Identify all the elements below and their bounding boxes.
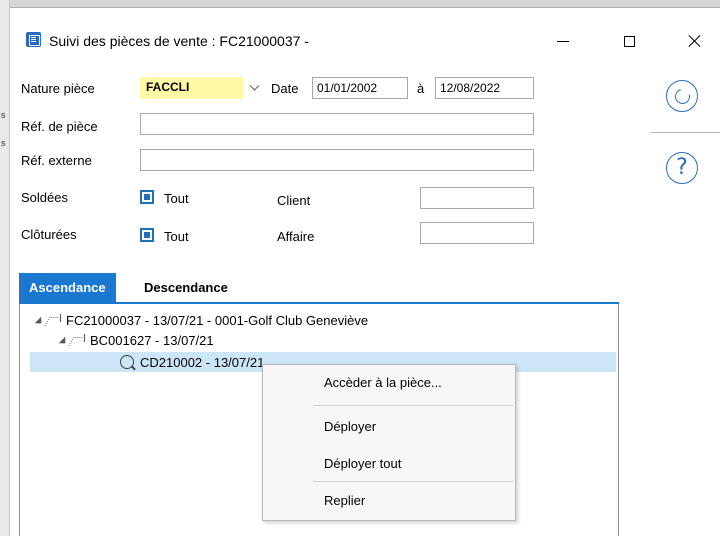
minimize-button[interactable] bbox=[540, 28, 586, 54]
expand-arrow-icon[interactable] bbox=[58, 336, 66, 344]
nature-piece-select[interactable]: FACCLI bbox=[140, 77, 265, 99]
affaire-label: Affaire bbox=[277, 229, 315, 244]
tree-node-label: CD210002 - 13/07/21 bbox=[140, 354, 265, 370]
side-divider bbox=[650, 132, 720, 133]
menu-item-acceder[interactable]: Accèder à la pièce... bbox=[263, 369, 515, 397]
tree-node[interactable]: BC001627 - 13/07/21 bbox=[58, 330, 214, 350]
background-glyph: s bbox=[1, 138, 6, 148]
refresh-icon bbox=[671, 85, 693, 107]
nature-piece-label: Nature pièce bbox=[21, 81, 95, 96]
search-icon bbox=[120, 355, 134, 369]
ref-piece-label: Réf. de pièce bbox=[21, 119, 98, 134]
date-from-field[interactable]: 01/01/2002 bbox=[312, 77, 408, 99]
background-window-top bbox=[10, 0, 720, 8]
help-button[interactable]: ? bbox=[666, 152, 698, 184]
cloturees-checkbox[interactable] bbox=[140, 228, 154, 242]
tree-node-label: BC001627 - 13/07/21 bbox=[90, 332, 214, 348]
expand-arrow-icon[interactable] bbox=[34, 316, 42, 324]
menu-item-replier[interactable]: Replier bbox=[263, 487, 515, 515]
tab-descendance[interactable]: Descendance bbox=[134, 273, 238, 302]
menu-item-deployer[interactable]: Déployer bbox=[263, 413, 515, 441]
chevron-down-icon[interactable] bbox=[243, 77, 265, 99]
background-window-edge: s s bbox=[0, 0, 10, 536]
window-title: Suivi des pièces de vente : FC21000037 - bbox=[49, 33, 309, 49]
document-link-icon bbox=[71, 334, 85, 346]
date-to-field[interactable]: 12/08/2022 bbox=[435, 77, 534, 99]
affaire-field[interactable] bbox=[420, 222, 534, 244]
maximize-icon bbox=[623, 35, 635, 47]
date-separator: à bbox=[417, 81, 425, 96]
soldees-checkbox-label[interactable]: Tout bbox=[164, 191, 189, 206]
close-icon bbox=[688, 34, 702, 48]
background-glyph: s bbox=[1, 110, 6, 120]
ref-externe-label: Réf. externe bbox=[21, 153, 92, 168]
tree-node[interactable]: FC21000037 - 13/07/21 - 0001-Golf Club G… bbox=[34, 310, 368, 330]
maximize-button[interactable] bbox=[606, 28, 652, 54]
client-field[interactable] bbox=[420, 187, 534, 209]
cloturees-label: Clôturées bbox=[21, 227, 77, 242]
tree-node-label: FC21000037 - 13/07/21 - 0001-Golf Club G… bbox=[66, 312, 369, 328]
help-icon: ? bbox=[676, 155, 688, 180]
nature-piece-value: FACCLI bbox=[140, 77, 243, 99]
menu-separator bbox=[313, 481, 513, 482]
context-menu: Accèder à la pièce... Déployer Déployer … bbox=[262, 364, 516, 521]
client-label: Client bbox=[277, 193, 311, 208]
ref-piece-field[interactable] bbox=[140, 113, 534, 135]
soldees-label: Soldées bbox=[21, 190, 68, 205]
app-icon bbox=[26, 32, 41, 47]
cloturees-checkbox-label[interactable]: Tout bbox=[164, 229, 189, 244]
date-label: Date bbox=[271, 81, 299, 96]
tab-ascendance[interactable]: Ascendance bbox=[19, 273, 116, 302]
menu-item-deployer-tout[interactable]: Déployer tout bbox=[263, 450, 515, 478]
tab-bar: Ascendance Descendance bbox=[19, 273, 619, 304]
title-bar[interactable]: Suivi des pièces de vente : FC21000037 - bbox=[10, 8, 720, 60]
ref-externe-field[interactable] bbox=[140, 149, 534, 171]
soldees-checkbox[interactable] bbox=[140, 190, 154, 204]
menu-separator bbox=[313, 405, 513, 406]
document-link-icon bbox=[47, 314, 61, 326]
refresh-button[interactable] bbox=[666, 80, 698, 112]
minimize-icon bbox=[557, 40, 569, 42]
close-button[interactable] bbox=[672, 28, 718, 54]
